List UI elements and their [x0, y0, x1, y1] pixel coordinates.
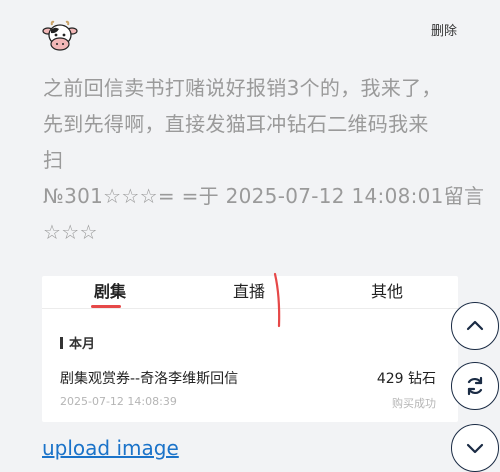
message-line: №301☆☆☆= =于 2025-07-12 14:08:01留言 — [43, 184, 485, 208]
message-line: 之前回信卖书打赌说好报销3个的，我来了， — [43, 76, 442, 100]
tab-live[interactable]: 直播 — [233, 278, 265, 302]
month-label: 本月 — [69, 337, 96, 352]
section-bar — [60, 337, 63, 349]
delete-button[interactable]: 删除 — [431, 20, 457, 39]
record-status: 购买成功 — [392, 397, 436, 410]
refresh-button[interactable] — [451, 362, 499, 410]
purchase-record-card: 剧集 直播 其他 本月 剧集观赏券--奇洛李维斯回信 429 钻石 2025-0… — [42, 272, 458, 422]
message-text: 之前回信卖书打赌说好报销3个的，我来了， 先到先得啊，直接发猫耳冲钻石二维码我来… — [43, 70, 485, 250]
chevron-down-icon — [466, 443, 484, 454]
month-heading: 本月 — [60, 333, 95, 352]
message-line: 先到先得啊，直接发猫耳冲钻石二维码我来 — [43, 112, 429, 136]
red-annotation-stroke — [273, 272, 281, 328]
tab-other[interactable]: 其他 — [371, 278, 403, 302]
record-date: 2025-07-12 14:08:39 — [60, 395, 177, 408]
active-tab-indicator — [91, 305, 121, 308]
scroll-up-button[interactable] — [451, 302, 499, 350]
refresh-icon — [467, 376, 483, 396]
record-amount: 429 钻石 — [376, 371, 436, 387]
tab-bar: 剧集 直播 其他 — [42, 272, 458, 328]
record-title: 剧集观赏券--奇洛李维斯回信 — [60, 371, 239, 387]
upload-image-link[interactable]: upload image — [42, 436, 179, 460]
scroll-down-button[interactable] — [451, 424, 499, 472]
message-line: 扫 — [43, 148, 64, 172]
message-line: ☆☆☆ — [43, 220, 98, 244]
tab-drama[interactable]: 剧集 — [94, 278, 126, 302]
cow-avatar-icon — [42, 20, 78, 54]
chevron-up-icon — [466, 320, 484, 331]
